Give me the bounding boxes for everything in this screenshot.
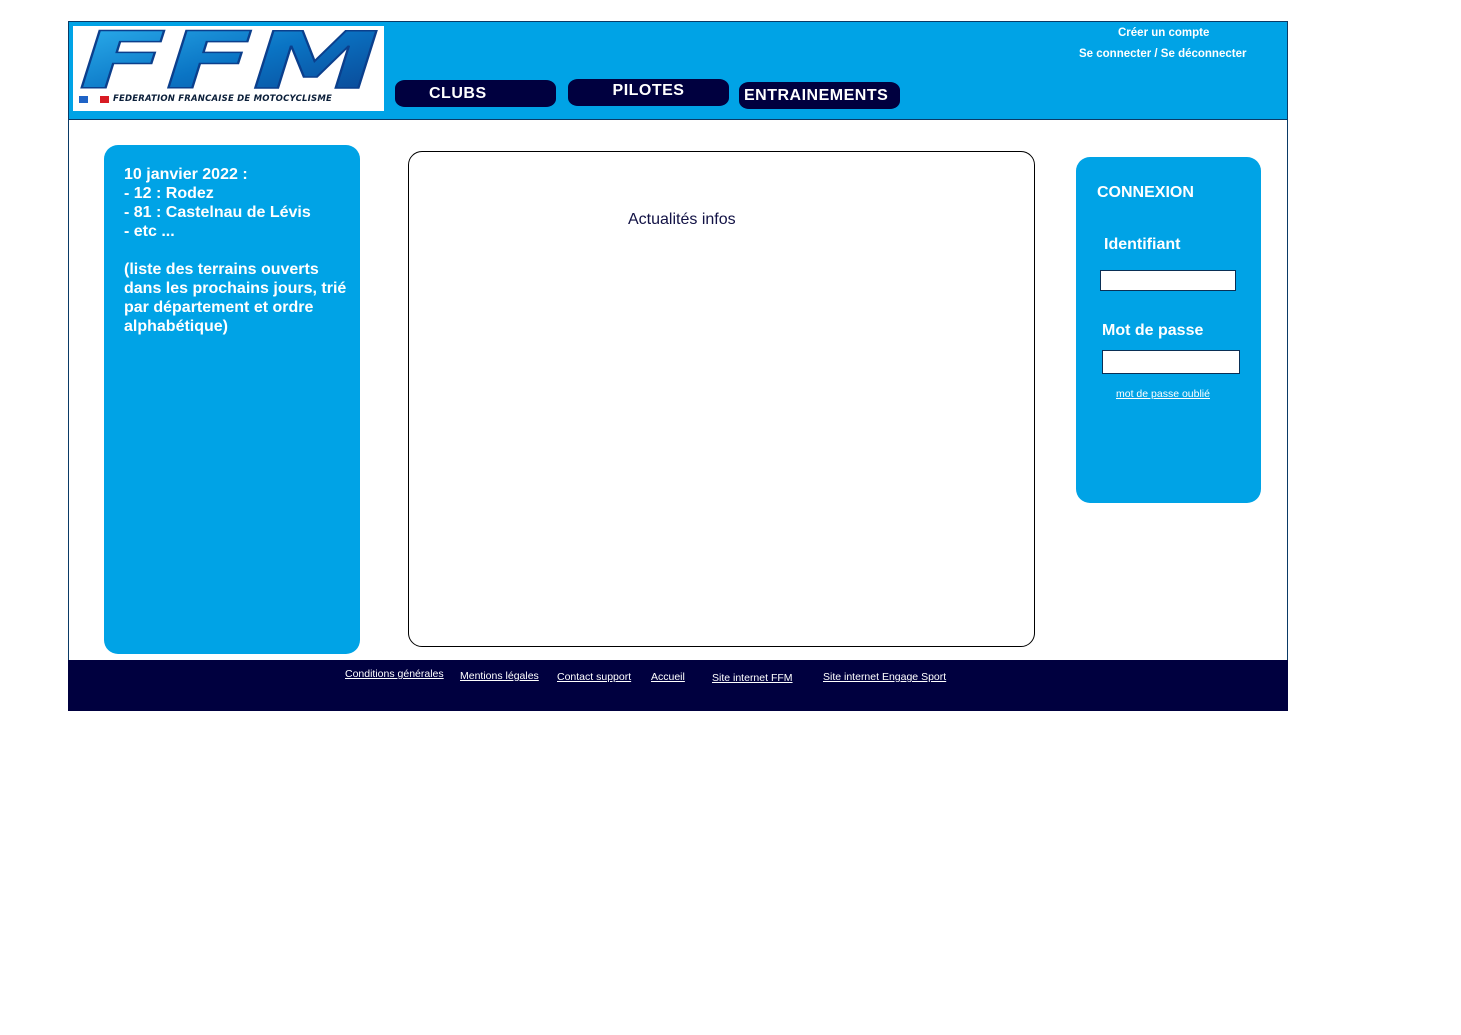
ffm-logo[interactable]: FFM FEDERATION FRANCAISE DE MOTOCYCLISME: [73, 26, 384, 111]
identifier-label: Identifiant: [1104, 236, 1181, 253]
footer-link-contact[interactable]: Contact support: [557, 671, 631, 683]
flag-blue-mark: [79, 95, 88, 103]
logo-caption: FEDERATION FRANCAISE DE MOTOCYCLISME: [79, 93, 332, 105]
footer-link-accueil[interactable]: Accueil: [651, 671, 685, 683]
login-logout-link[interactable]: Se connecter / Se déconnecter: [1079, 48, 1246, 60]
identifier-input[interactable]: [1100, 270, 1236, 291]
create-account-link[interactable]: Créer un compte: [1118, 27, 1209, 39]
password-label: Mot de passe: [1102, 322, 1204, 339]
login-panel: CONNEXION Identifiant Mot de passe mot d…: [1076, 157, 1261, 503]
footer-link-site-engage[interactable]: Site internet Engage Sport: [823, 671, 946, 683]
footer-link-site-ffm[interactable]: Site internet FFM: [712, 672, 793, 684]
main-area: 10 janvier 2022 : - 12 : Rodez - 81 : Ca…: [68, 120, 1288, 660]
logo-caption-text: FEDERATION FRANCAISE DE MOTOCYCLISME: [113, 94, 332, 104]
nav-pilotes-button[interactable]: PILOTES: [568, 79, 729, 106]
forgot-password-link[interactable]: mot de passe oublié: [1116, 388, 1210, 400]
flag-red-mark: [100, 95, 109, 103]
nav-entrainements-button[interactable]: ENTRAINEMENTS: [739, 82, 900, 109]
footer-link-conditions[interactable]: Conditions générales: [345, 668, 444, 680]
nav-pilotes-label: PILOTES: [612, 81, 685, 99]
open-fields-panel: 10 janvier 2022 : - 12 : Rodez - 81 : Ca…: [104, 145, 360, 654]
password-input[interactable]: [1102, 350, 1240, 374]
open-fields-text: 10 janvier 2022 : - 12 : Rodez - 81 : Ca…: [124, 166, 347, 335]
header: FFM FEDERATION FRANCAISE DE MOTOCYCLISME…: [68, 21, 1288, 120]
page: FFM FEDERATION FRANCAISE DE MOTOCYCLISME…: [68, 21, 1288, 711]
nav-clubs-label: CLUBS: [429, 84, 487, 102]
nav-entrainements-label: ENTRAINEMENTS: [744, 86, 889, 104]
login-title: CONNEXION: [1097, 184, 1194, 201]
news-panel: Actualités infos: [408, 151, 1035, 647]
news-title: Actualités infos: [628, 211, 736, 228]
nav-clubs-button[interactable]: CLUBS: [395, 80, 556, 107]
footer: Conditions générales Mentions légales Co…: [68, 660, 1288, 711]
footer-link-mentions[interactable]: Mentions légales: [460, 670, 539, 682]
